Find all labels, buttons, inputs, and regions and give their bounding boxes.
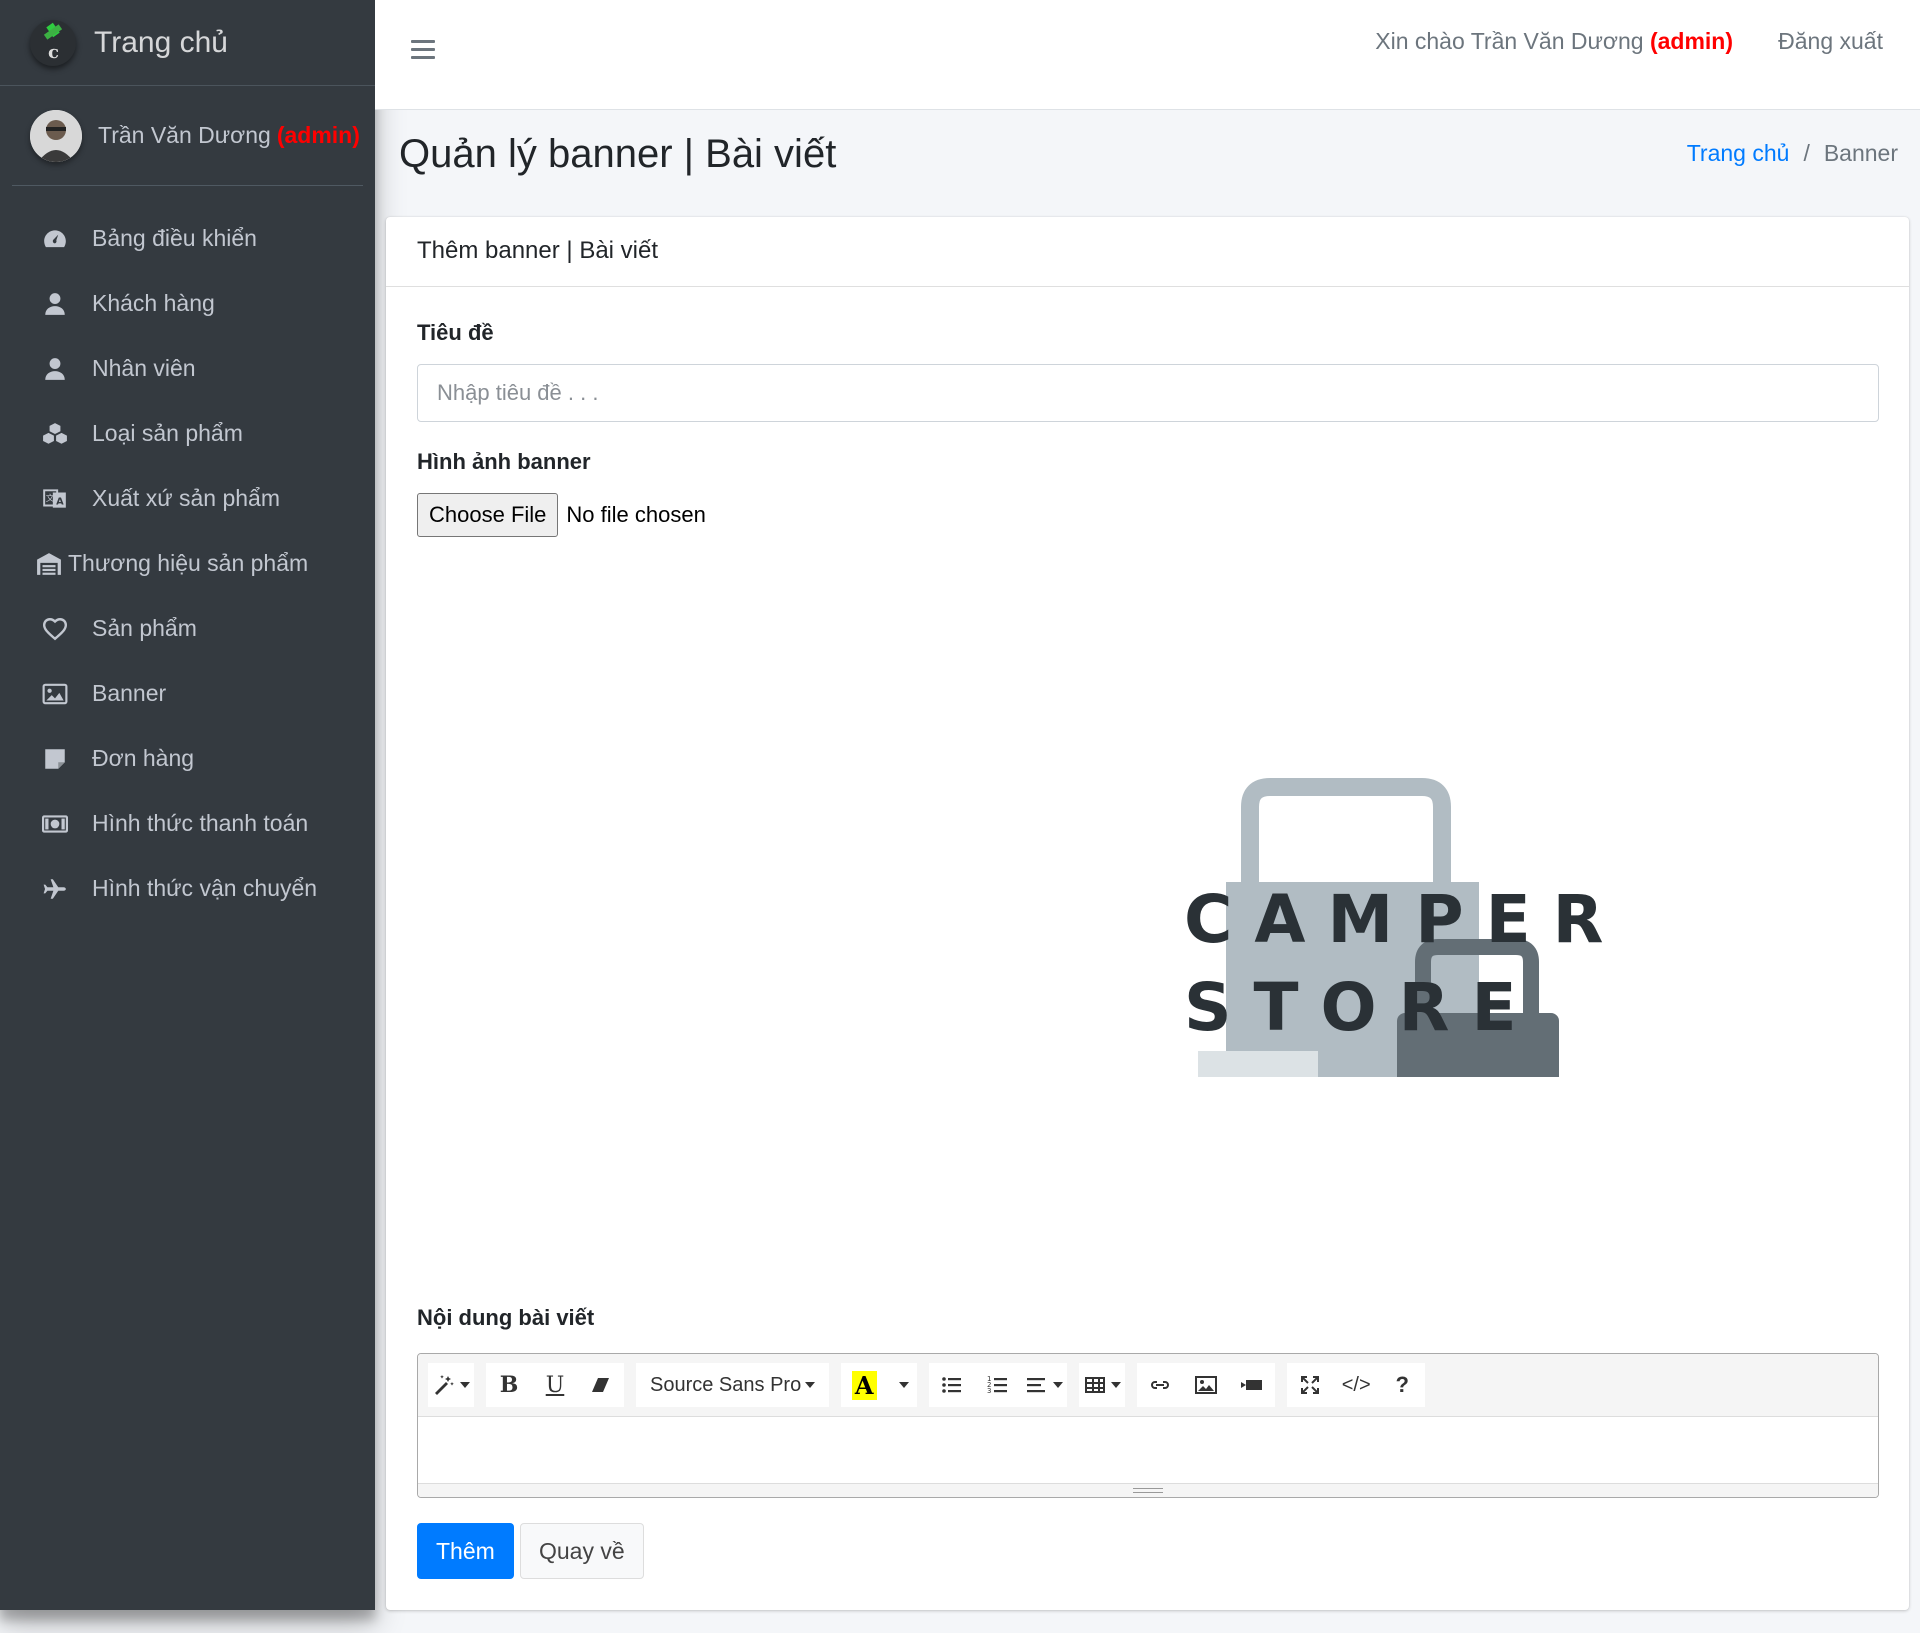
sidebar-item-orders[interactable]: Đơn hàng bbox=[10, 726, 365, 791]
svg-text:A: A bbox=[56, 496, 64, 507]
banner-preview-text: CAMPER STORE bbox=[1184, 876, 1625, 1052]
money-bill-icon bbox=[40, 810, 70, 838]
user-icon bbox=[40, 290, 70, 318]
submit-button[interactable]: Thêm bbox=[417, 1523, 514, 1579]
preview-line-2: STORE bbox=[1184, 969, 1539, 1046]
table-icon[interactable] bbox=[1079, 1363, 1126, 1407]
sidebar-item-payment[interactable]: Hình thức thanh toán bbox=[10, 791, 365, 856]
sidebar-item-label: Banner bbox=[92, 680, 167, 706]
file-input: Choose File No file chosen bbox=[417, 493, 706, 537]
fullscreen-icon[interactable] bbox=[1287, 1363, 1334, 1407]
user-name-text: Trần Văn Dương bbox=[98, 122, 271, 148]
sidebar-item-dashboard[interactable]: Bảng điều khiển bbox=[10, 206, 365, 271]
breadcrumb: Trang chủ / Banner bbox=[1687, 140, 1898, 167]
video-icon[interactable] bbox=[1229, 1363, 1276, 1407]
greeting-role: (admin) bbox=[1649, 28, 1733, 54]
title-label: Tiêu đề bbox=[417, 320, 494, 345]
sidebar-item-brands[interactable]: Thương hiệu sản phẩm bbox=[10, 531, 365, 596]
chevron-down-icon[interactable] bbox=[887, 1363, 918, 1407]
link-icon[interactable] bbox=[1137, 1363, 1184, 1407]
sidebar-item-shipping[interactable]: Hình thức vận chuyển bbox=[10, 856, 365, 921]
svg-text:文: 文 bbox=[46, 492, 55, 504]
eraser-icon[interactable] bbox=[578, 1363, 624, 1407]
sidebar-item-label: Hình thức thanh toán bbox=[92, 810, 309, 836]
sidebar-item-label: Hình thức vận chuyển bbox=[92, 875, 318, 901]
greeting: Xin chào Trần Văn Dương (admin) bbox=[1375, 28, 1733, 55]
magic-style-icon[interactable] bbox=[428, 1363, 474, 1407]
user-role: (admin) bbox=[276, 122, 360, 148]
top-navbar: Xin chào Trần Văn Dương (admin) Đăng xuấ… bbox=[375, 0, 1920, 110]
sticky-note-icon bbox=[40, 745, 70, 773]
logout-link[interactable]: Đăng xuất bbox=[1778, 28, 1883, 55]
sidebar-item-label: Xuất xứ sản phẩm bbox=[92, 485, 280, 511]
tachometer-icon bbox=[40, 225, 70, 253]
avatar bbox=[30, 109, 82, 162]
plane-icon bbox=[40, 875, 70, 903]
ordered-list-icon[interactable]: 123 bbox=[975, 1363, 1022, 1407]
brand-link[interactable]: c Trang chủ bbox=[0, 0, 375, 86]
language-icon: 文A bbox=[40, 485, 70, 513]
card-title: Thêm banner | Bài viết bbox=[386, 217, 1909, 287]
sidebar-item-label: Khách hàng bbox=[92, 290, 215, 316]
user-name: Trần Văn Dương (admin) bbox=[98, 122, 360, 149]
svg-text:c: c bbox=[48, 42, 59, 63]
choose-file-button[interactable]: Choose File bbox=[417, 493, 559, 537]
sidebar-item-banner[interactable]: Banner bbox=[10, 661, 365, 726]
content-label: Nội dung bài viết bbox=[417, 1305, 595, 1330]
sidebar-item-customers[interactable]: Khách hàng bbox=[10, 271, 365, 336]
underline-icon[interactable]: U bbox=[532, 1363, 578, 1407]
sidebar-item-products[interactable]: Sản phẩm bbox=[10, 596, 365, 661]
font-family-select[interactable]: Source Sans Pro bbox=[636, 1363, 830, 1407]
image-icon bbox=[40, 680, 70, 708]
picture-icon[interactable] bbox=[1183, 1363, 1230, 1407]
sidebar-item-label: Đơn hàng bbox=[92, 745, 195, 771]
user-icon bbox=[40, 355, 70, 383]
text-color-icon[interactable]: A bbox=[841, 1363, 888, 1407]
preview-line-1: CAMPER bbox=[1184, 881, 1626, 958]
svg-text:3: 3 bbox=[987, 1387, 991, 1395]
code-view-icon[interactable]: </> bbox=[1333, 1363, 1380, 1407]
sidebar-item-label: Thương hiệu sản phẩm bbox=[68, 550, 309, 576]
warehouse-icon bbox=[34, 550, 64, 578]
align-icon[interactable] bbox=[1021, 1363, 1068, 1407]
bold-icon[interactable]: B bbox=[486, 1363, 532, 1407]
unordered-list-icon[interactable] bbox=[929, 1363, 976, 1407]
editor-toolbar: B U Source Sans Pro A 1 2 3 </> ? bbox=[418, 1354, 1878, 1417]
heart-icon bbox=[40, 615, 70, 643]
back-button[interactable]: Quay về bbox=[520, 1523, 644, 1579]
sidebar-item-label: Sản phẩm bbox=[92, 615, 197, 641]
sidebar-nav: Bảng điều khiển Khách hàng Nhân viên Loạ… bbox=[0, 206, 375, 921]
sidebar-item-employees[interactable]: Nhân viên bbox=[10, 336, 365, 401]
image-label: Hình ảnh banner bbox=[417, 449, 591, 474]
rich-text-editor: B U Source Sans Pro A 1 2 3 </> ? bbox=[417, 1353, 1879, 1498]
breadcrumb-current: Banner bbox=[1823, 140, 1898, 166]
brand-text: Trang chủ bbox=[94, 25, 228, 59]
sidebar-item-label: Bảng điều khiển bbox=[92, 225, 257, 251]
breadcrumb-separator: / bbox=[1803, 140, 1810, 166]
user-panel[interactable]: Trần Văn Dương (admin) bbox=[12, 86, 363, 186]
editor-content-area[interactable] bbox=[418, 1417, 1878, 1483]
cubes-icon bbox=[40, 420, 70, 448]
page-title: Quản lý banner | Bài viết bbox=[399, 132, 837, 176]
file-status: No file chosen bbox=[566, 502, 706, 527]
sidebar-item-label: Loại sản phẩm bbox=[92, 420, 243, 446]
font-family-value: Source Sans Pro bbox=[650, 1373, 802, 1396]
title-input[interactable] bbox=[417, 364, 1879, 422]
editor-resize-handle[interactable] bbox=[418, 1483, 1878, 1497]
help-icon[interactable]: ? bbox=[1379, 1363, 1426, 1407]
breadcrumb-home[interactable]: Trang chủ bbox=[1687, 140, 1790, 167]
menu-toggle-icon[interactable] bbox=[411, 40, 435, 60]
brand-logo: c bbox=[30, 19, 76, 66]
greeting-text: Xin chào Trần Văn Dương bbox=[1375, 28, 1644, 54]
banner-form-card: Thêm banner | Bài viết Tiêu đề Hình ảnh … bbox=[386, 217, 1909, 1610]
sidebar: c Trang chủ Trần Văn Dương (admin) Bảng đ… bbox=[0, 0, 375, 1610]
sidebar-item-label: Nhân viên bbox=[92, 355, 196, 381]
sidebar-item-categories[interactable]: Loại sản phẩm bbox=[10, 401, 365, 466]
sidebar-item-origin[interactable]: 文A Xuất xứ sản phẩm bbox=[10, 466, 365, 531]
